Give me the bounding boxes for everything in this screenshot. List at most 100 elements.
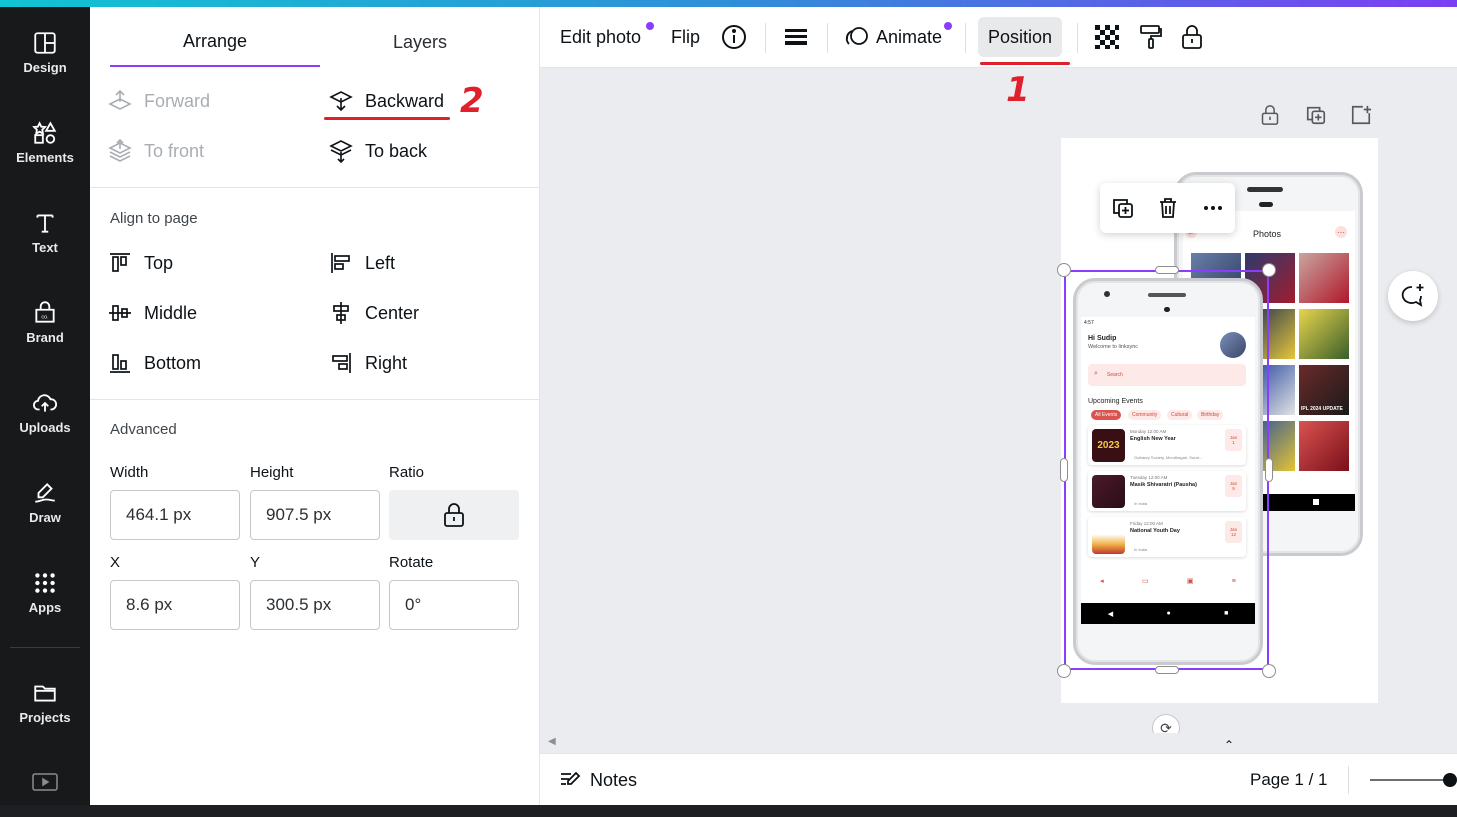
rail-item-projects[interactable]: Projects — [0, 670, 90, 740]
floating-element-menu — [1100, 183, 1235, 233]
transparency-button[interactable] — [1094, 17, 1120, 57]
chevron-up-icon[interactable]: ⌃ — [1224, 738, 1234, 752]
rail-label: Design — [23, 60, 67, 75]
advanced-section-title: Advanced — [110, 421, 177, 438]
resize-handle-bottom[interactable] — [1155, 666, 1179, 674]
grid-icon — [35, 573, 55, 593]
resize-handle-top-left[interactable] — [1057, 263, 1071, 277]
trash-icon[interactable] — [1156, 196, 1180, 220]
zoom-slider-thumb[interactable] — [1443, 773, 1457, 787]
rail-item-brand[interactable]: co. Brand — [0, 290, 90, 360]
align-center-button[interactable]: Center — [328, 293, 419, 333]
rail-item-text[interactable]: Text — [0, 200, 90, 270]
align-top-button[interactable]: Top — [107, 243, 173, 283]
align-bottom-icon — [110, 354, 130, 373]
to-front-button[interactable]: To front — [107, 131, 204, 171]
lock-icon — [1182, 25, 1202, 49]
bottom-taskbar-strip — [0, 805, 1457, 817]
event-time: Tuesday 12:00 AM — [1130, 475, 1168, 480]
width-input[interactable]: 464.1 px — [110, 490, 240, 540]
toolbar-divider — [1077, 23, 1078, 53]
annotation-number-2: 2 — [460, 81, 484, 121]
duplicate-page-icon[interactable] — [1305, 104, 1327, 131]
info-button[interactable] — [721, 17, 747, 57]
rotate-input[interactable]: 0° — [389, 580, 519, 630]
resize-handle-left[interactable] — [1060, 458, 1068, 482]
rail-item-apps[interactable]: Apps — [0, 560, 90, 630]
resize-handle-bottom-left[interactable] — [1057, 664, 1071, 678]
align-middle-icon — [109, 305, 131, 321]
rail-label: Elements — [16, 150, 74, 165]
backward-button[interactable]: Backward — [328, 81, 444, 121]
add-page-icon[interactable] — [1350, 104, 1372, 131]
x-input[interactable]: 8.6 px — [110, 580, 240, 630]
annotation-underline-backward — [324, 117, 450, 120]
horizontal-scrollbar[interactable]: ◀ ⌃ — [540, 733, 1457, 753]
phone-camera — [1259, 202, 1273, 207]
rotate-label: Rotate — [389, 554, 434, 571]
front-phone-mockup[interactable]: 4:57 Hi Sudip Welcome to linksync ⌕ Sear… — [1073, 278, 1263, 665]
back-triangle-icon: ◀ — [1107, 610, 1114, 618]
resize-handle-bottom-right[interactable] — [1262, 664, 1276, 678]
rail-item-uploads[interactable]: Uploads — [0, 380, 90, 450]
resize-handle-right[interactable] — [1265, 458, 1273, 482]
page-indicator[interactable]: Page 1 / 1 — [1250, 770, 1328, 790]
animate-button[interactable]: Animate — [844, 17, 942, 57]
to-front-icon — [108, 138, 132, 162]
ratio-lock-button[interactable] — [389, 490, 519, 540]
phone-sensor — [1164, 307, 1170, 312]
add-comment-button[interactable] — [1388, 271, 1438, 321]
cloud-upload-icon — [32, 394, 58, 412]
align-top-icon — [110, 253, 130, 272]
event-card: 2023 Monday 12:00 AM English New Year Gu… — [1088, 425, 1246, 465]
notes-button[interactable]: Notes — [558, 768, 637, 792]
event-place: In India — [1134, 501, 1148, 506]
page-lock-icon[interactable] — [1260, 104, 1280, 131]
to-back-label: To back — [365, 140, 428, 161]
tab-layers[interactable]: Layers — [315, 17, 525, 67]
align-middle-label: Middle — [144, 302, 198, 323]
flip-button[interactable]: Flip — [671, 17, 700, 57]
align-right-label: Right — [365, 352, 408, 373]
search-icon: ⌕ — [1094, 370, 1098, 377]
tab-arrange[interactable]: Arrange — [110, 17, 320, 67]
border-style-button[interactable] — [783, 17, 809, 57]
event-card: Tuesday 12:00 AM Masik Shivaratri (Paush… — [1088, 471, 1246, 511]
copy-style-button[interactable] — [1138, 17, 1164, 57]
resize-handle-top-right[interactable] — [1262, 263, 1276, 277]
edit-photo-button[interactable]: Edit photo — [560, 17, 641, 57]
align-left-button[interactable]: Left — [328, 243, 395, 283]
resize-handle-top[interactable] — [1155, 266, 1179, 274]
y-input[interactable]: 300.5 px — [250, 580, 380, 630]
height-label: Height — [250, 464, 294, 481]
video-icon[interactable] — [32, 772, 58, 792]
align-right-button[interactable]: Right — [328, 343, 407, 383]
height-input[interactable]: 907.5 px — [250, 490, 380, 540]
align-bottom-button[interactable]: Bottom — [107, 343, 201, 383]
scroll-left-icon[interactable]: ◀ — [548, 736, 556, 747]
position-button[interactable]: Position — [978, 17, 1063, 57]
align-bottom-label: Bottom — [144, 352, 202, 373]
recents-icon — [1313, 499, 1319, 505]
forward-button[interactable]: Forward — [107, 81, 210, 121]
rail-item-design[interactable]: Design — [0, 20, 90, 90]
avatar — [1220, 332, 1246, 358]
to-back-button[interactable]: To back — [328, 131, 427, 171]
event-time: Friday 12:00 AM — [1130, 521, 1163, 526]
event-title: National Youth Day — [1130, 528, 1180, 534]
notes-icon — [561, 771, 581, 785]
zoom-slider-track[interactable] — [1370, 779, 1450, 781]
toolbar-divider — [827, 23, 828, 53]
ipl-badge: IPL 2024 UPDATE — [1301, 406, 1343, 412]
duplicate-icon[interactable] — [1111, 196, 1135, 220]
rail-label: Apps — [28, 600, 62, 615]
more-icon[interactable] — [1201, 196, 1225, 220]
align-right-icon — [332, 353, 351, 373]
new-badge-dot — [646, 22, 654, 30]
rail-item-draw[interactable]: Draw — [0, 470, 90, 540]
rail-item-elements[interactable]: Elements — [0, 110, 90, 180]
lock-button[interactable] — [1180, 17, 1204, 57]
notes-label: Notes — [590, 769, 638, 790]
recents-square-icon: ■ — [1224, 610, 1229, 617]
align-middle-button[interactable]: Middle — [107, 293, 197, 333]
